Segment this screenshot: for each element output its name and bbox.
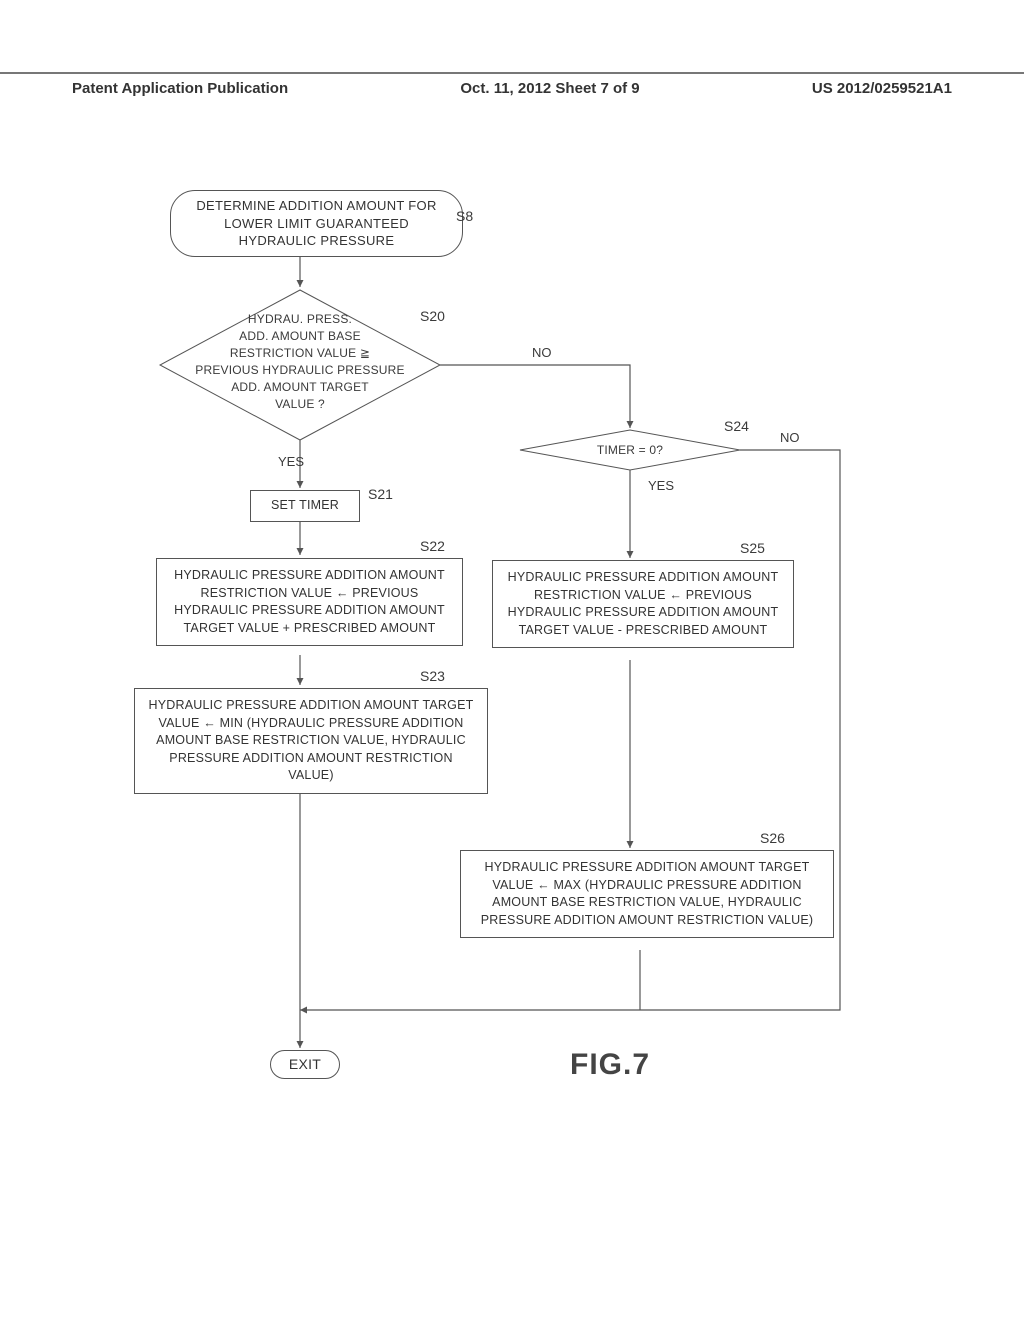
s20-no: NO bbox=[532, 345, 552, 360]
exit-terminator: EXIT bbox=[270, 1050, 340, 1079]
s20-l4: PREVIOUS HYDRAULIC PRESSURE bbox=[195, 363, 404, 377]
process-s21: SET TIMER bbox=[250, 490, 360, 522]
header-left: Patent Application Publication bbox=[72, 80, 288, 97]
s20-l2: ADD. AMOUNT BASE bbox=[239, 329, 361, 343]
page-header: Patent Application Publication Oct. 11, … bbox=[0, 72, 1024, 97]
header-center: Oct. 11, 2012 Sheet 7 of 9 bbox=[460, 80, 639, 97]
label-s23: S23 bbox=[420, 668, 445, 684]
flow-lines: HYDRAU. PRESS. ADD. AMOUNT BASE RESTRICT… bbox=[100, 190, 920, 1110]
label-s22: S22 bbox=[420, 538, 445, 554]
label-s25: S25 bbox=[740, 540, 765, 556]
s20-l6: VALUE ? bbox=[275, 397, 325, 411]
label-s20: S20 bbox=[420, 308, 445, 324]
process-s25: HYDRAULIC PRESSURE ADDITION AMOUNT RESTR… bbox=[492, 560, 794, 648]
start-terminator: DETERMINE ADDITION AMOUNT FOR LOWER LIMI… bbox=[170, 190, 463, 257]
s20-l5: ADD. AMOUNT TARGET bbox=[231, 380, 369, 394]
label-s26: S26 bbox=[760, 830, 785, 846]
label-s21: S21 bbox=[368, 486, 393, 502]
s24-text: TIMER = 0? bbox=[597, 443, 663, 457]
process-s26: HYDRAULIC PRESSURE ADDITION AMOUNT TARGE… bbox=[460, 850, 834, 938]
s20-l1: HYDRAU. PRESS. bbox=[248, 312, 352, 326]
process-s23: HYDRAULIC PRESSURE ADDITION AMOUNT TARGE… bbox=[134, 688, 488, 794]
figure-label: FIG.7 bbox=[570, 1048, 650, 1082]
flowchart: HYDRAU. PRESS. ADD. AMOUNT BASE RESTRICT… bbox=[100, 190, 920, 1110]
s24-no: NO bbox=[780, 430, 800, 445]
label-s8: S8 bbox=[456, 208, 473, 224]
s20-yes: YES bbox=[278, 454, 304, 469]
header-right: US 2012/0259521A1 bbox=[812, 80, 952, 97]
s24-yes: YES bbox=[648, 478, 674, 493]
process-s22: HYDRAULIC PRESSURE ADDITION AMOUNT RESTR… bbox=[156, 558, 463, 646]
label-s24: S24 bbox=[724, 418, 749, 434]
s20-l3: RESTRICTION VALUE ≧ bbox=[230, 346, 370, 360]
